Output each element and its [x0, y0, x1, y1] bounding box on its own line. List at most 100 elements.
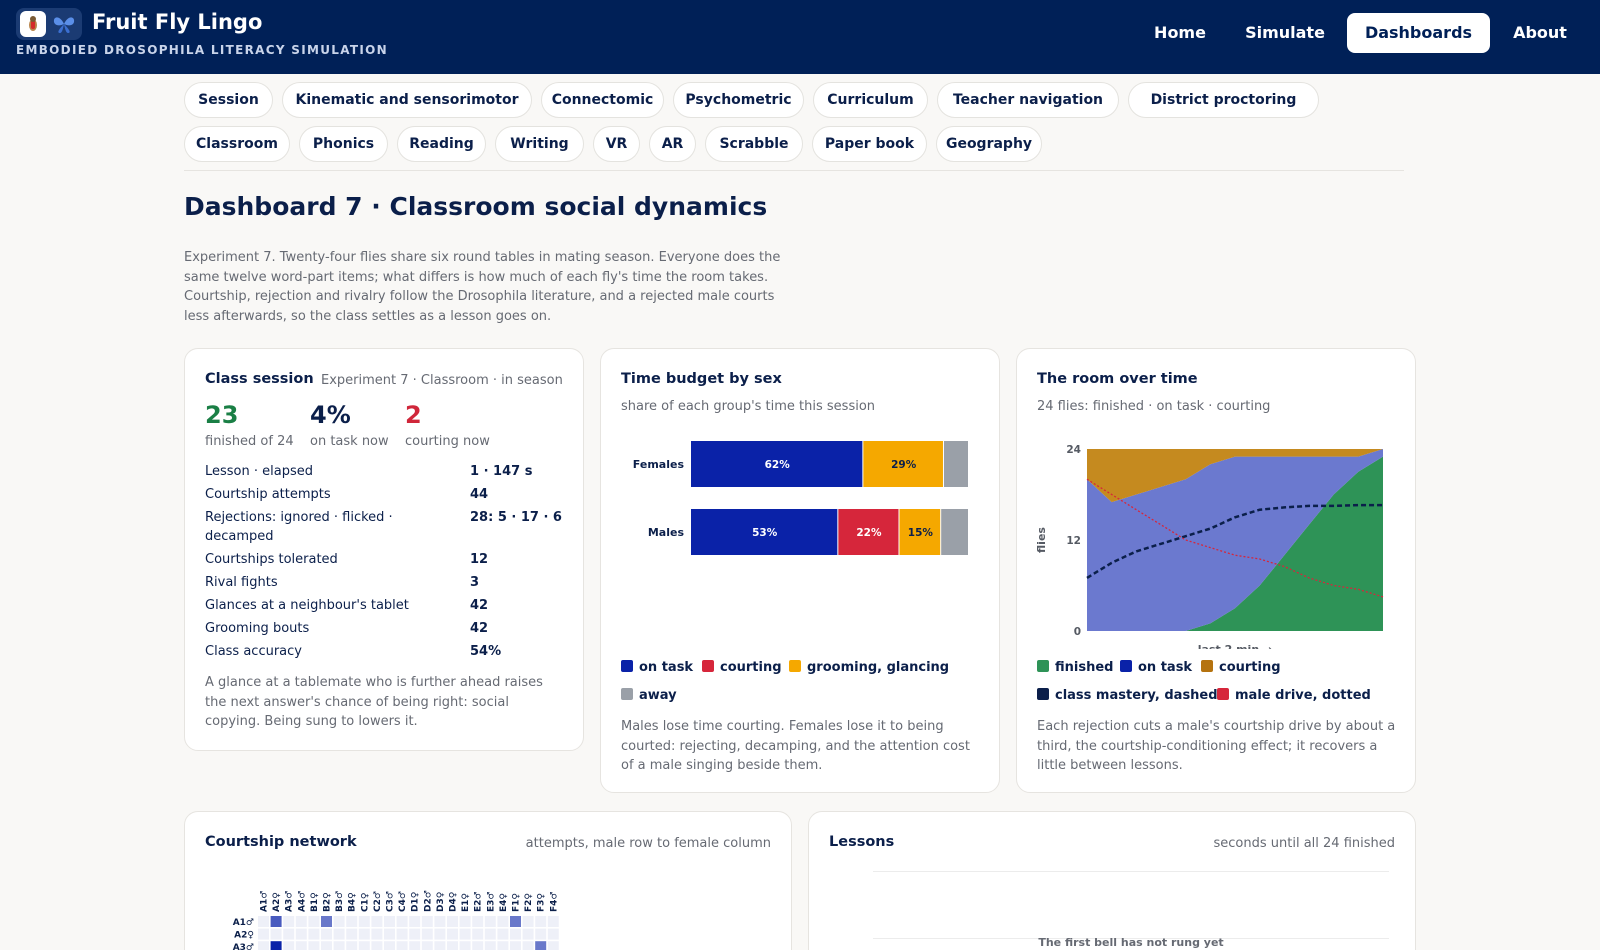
- heatmap-cell: [421, 916, 433, 927]
- heatmap-cell: [409, 916, 421, 927]
- column-label: F3♀: [537, 893, 547, 912]
- column-label: A1♂: [260, 891, 270, 912]
- heatmap-cell: [497, 941, 509, 950]
- nav-simulate[interactable]: Simulate: [1234, 13, 1336, 53]
- pill-curriculum[interactable]: Curriculum: [813, 82, 928, 118]
- nav-home[interactable]: Home: [1140, 13, 1220, 53]
- heatmap-cell: [295, 928, 307, 940]
- heatmap-cell: [321, 916, 332, 927]
- card-title: Class session: [205, 371, 314, 387]
- kpi-finished-label: finished of 24: [205, 434, 294, 449]
- heatmap-cell: [472, 916, 484, 927]
- legend-label: grooming, glancing: [807, 660, 950, 675]
- heatmap-cell: [321, 928, 332, 940]
- heatmap-cell: [459, 916, 471, 927]
- card-title: Courtship network: [205, 834, 357, 850]
- courtship-network-heatmap: A1♂ A2♀ A3♂ A4♂ B1♀ B2♀ B3♂ B4♀ C1♀ C2♂ C3♂ C4♂ D1♀ D…: [233, 890, 559, 950]
- heatmap-cell: [384, 928, 395, 940]
- column-label: E4♀: [499, 893, 509, 912]
- card-meta: Experiment 7 · Classroom · in season: [321, 373, 563, 388]
- pill-teacher-navigation[interactable]: Teacher navigation: [937, 82, 1119, 118]
- legend-swatch: [1217, 688, 1229, 700]
- y-tick-label: 12: [1066, 535, 1081, 547]
- heatmap-cell: [497, 928, 509, 940]
- pill-geography[interactable]: Geography: [936, 126, 1042, 162]
- legend-label: away: [639, 688, 677, 703]
- heatmap-cell: [522, 916, 534, 927]
- pill-paper-book[interactable]: Paper book: [812, 126, 927, 162]
- heatmap-cell: [283, 941, 295, 950]
- courtship-network-card: Courtship network attempts, male row to …: [184, 811, 792, 950]
- app-title[interactable]: Fruit Fly Lingo: [92, 10, 262, 34]
- heatmap-cell: [396, 928, 408, 940]
- column-label: A3♂: [285, 891, 295, 912]
- heatmap-cell: [346, 941, 358, 950]
- heatmap-cell: [484, 928, 496, 940]
- heatmap-cell: [308, 928, 320, 940]
- kpi-finished-value: 23: [205, 401, 239, 429]
- legend-label: on task: [639, 660, 694, 675]
- heatmap-cell: [484, 941, 496, 950]
- column-label: F4♂: [549, 892, 559, 912]
- bar-segment-away: [941, 509, 968, 555]
- heatmap-cell: [409, 941, 421, 950]
- pill-scrabble[interactable]: Scrabble: [705, 126, 803, 162]
- column-label: C3♂: [386, 891, 396, 912]
- session-note: A glance at a tablemate who is further a…: [205, 675, 543, 729]
- heatmap-cell: [258, 928, 269, 940]
- intro-text: Experiment 7. Twenty-four flies share si…: [184, 250, 781, 324]
- pill-district-proctoring[interactable]: District proctoring: [1128, 82, 1319, 118]
- heatmap-cell: [510, 916, 521, 927]
- time-budget-chart: Females 62% 29% Males 53% 22% 15%: [633, 441, 968, 555]
- column-label: C1♀: [360, 893, 370, 912]
- heatmap-cell: [510, 928, 521, 940]
- pill-reading[interactable]: Reading: [397, 126, 486, 162]
- butterfly-icon: [53, 17, 75, 33]
- bar-data-label: 15%: [908, 527, 934, 539]
- logo[interactable]: [16, 8, 82, 40]
- bar-segment-away: [943, 441, 968, 487]
- column-label: F1♀: [512, 893, 522, 912]
- top-bar: Fruit Fly Lingo EMBODIED DROSOPHILA LITE…: [0, 0, 1600, 74]
- pill-kinematic-and-sensorimotor[interactable]: Kinematic and sensorimotor: [282, 82, 532, 118]
- pill-psychometric[interactable]: Psychometric: [673, 82, 804, 118]
- stat-label: Rejections: ignored · flicked · decamped: [205, 510, 393, 544]
- legend-on-task: on task: [621, 660, 693, 675]
- pill-vr[interactable]: VR: [593, 126, 640, 162]
- heatmap-cell: [409, 928, 421, 940]
- heatmap-cell: [434, 916, 446, 927]
- heatmap-cell: [371, 941, 383, 950]
- stat-label: Glances at a neighbour's tablet: [205, 598, 409, 613]
- time-budget-card: Time budget by sex share of each group's…: [600, 348, 1000, 793]
- pill-classroom[interactable]: Classroom: [184, 126, 290, 162]
- kpi-courting-label: courting now: [405, 434, 490, 449]
- bar-data-label: 29%: [891, 459, 917, 471]
- pill-session[interactable]: Session: [184, 82, 273, 118]
- heatmap-cell: [321, 941, 332, 950]
- bar-category-label: Males: [648, 526, 685, 539]
- legend-swatch: [1037, 660, 1049, 672]
- heatmap-cell: [396, 916, 408, 927]
- pill-writing[interactable]: Writing: [495, 126, 584, 162]
- column-label: D2♂: [423, 890, 433, 912]
- legend-courting: courting: [702, 660, 782, 675]
- heatmap-cell: [484, 916, 496, 927]
- heatmap-cell: [295, 941, 307, 950]
- column-label: D1♀: [411, 892, 421, 912]
- pill-ar[interactable]: AR: [649, 126, 696, 162]
- heatmap-cell: [333, 916, 345, 927]
- nav-about[interactable]: About: [1500, 13, 1580, 53]
- heatmap-cell: [283, 928, 295, 940]
- heatmap-cell: [346, 916, 358, 927]
- legend-swatch: [621, 688, 633, 700]
- pill-phonics[interactable]: Phonics: [299, 126, 388, 162]
- heatmap-cell: [358, 941, 370, 950]
- nav-dashboards[interactable]: Dashboards: [1347, 13, 1490, 53]
- legend-away: away: [621, 688, 677, 703]
- pill-connectomic[interactable]: Connectomic: [541, 82, 664, 118]
- column-label: E2♂: [474, 892, 484, 912]
- fly-tile-icon: [20, 11, 46, 37]
- kpi-on-task-value: 4%: [310, 401, 351, 429]
- stat-value: 3: [470, 575, 480, 590]
- heatmap-cell: [371, 916, 383, 927]
